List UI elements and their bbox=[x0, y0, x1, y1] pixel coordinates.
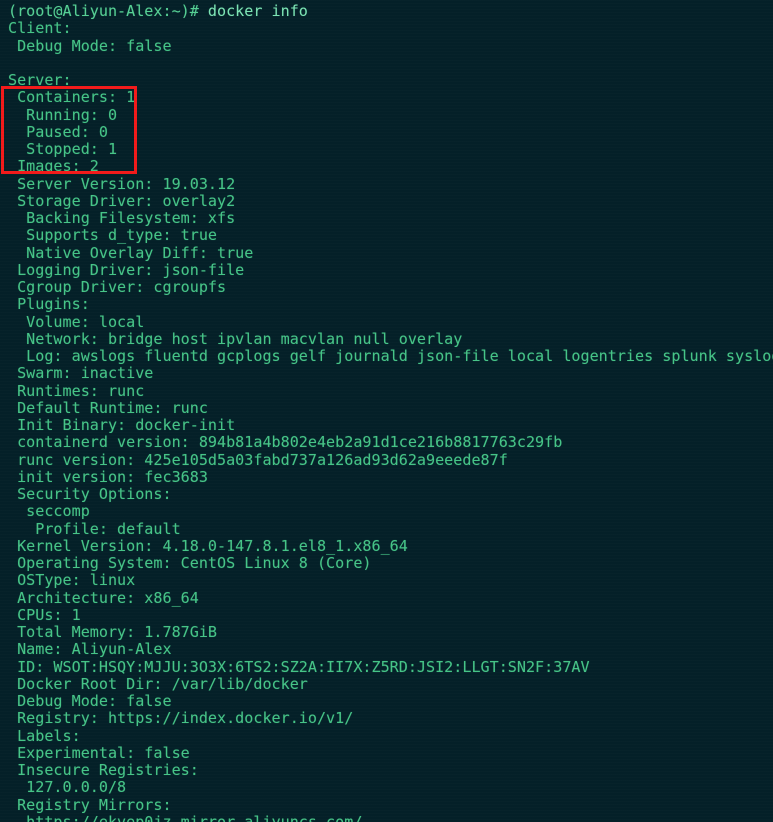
shell-command: docker info bbox=[207, 2, 308, 20]
terminal-line: 127.0.0.0/8 bbox=[8, 778, 127, 797]
shell-prompt: (root@Aliyun-Alex:~)# bbox=[8, 2, 208, 20]
terminal-line: Docker Root Dir: /var/lib/docker bbox=[8, 674, 308, 693]
terminal-line: Running: 0 bbox=[8, 105, 118, 124]
terminal-line: Architecture: x86_64 bbox=[8, 588, 199, 607]
terminal-line: Security Options: bbox=[8, 485, 172, 503]
terminal-line: Paused: 0 bbox=[8, 122, 108, 141]
terminal-line: Total Memory: 1.787GiB bbox=[8, 623, 218, 641]
terminal-line: Client: bbox=[8, 19, 72, 38]
terminal-prompt-line: (root@Aliyun-Alex:~)# docker info bbox=[0, 2, 773, 20]
terminal-line: Server Version: 19.03.12 bbox=[8, 174, 236, 193]
terminal-line: Labels: bbox=[8, 726, 81, 745]
terminal-line: Name: Aliyun-Alex bbox=[8, 640, 172, 659]
terminal-line: Backing Filesystem: xfs bbox=[8, 209, 236, 227]
terminal-line: init version: fec3683 bbox=[8, 467, 208, 486]
terminal-line: Swarm: inactive bbox=[8, 364, 154, 383]
terminal-line: Plugins: bbox=[8, 295, 90, 314]
terminal-line: Experimental: false bbox=[8, 743, 190, 762]
terminal-line: Debug Mode: false bbox=[8, 692, 172, 710]
terminal-line: OSType: linux bbox=[8, 571, 136, 590]
terminal-line: ID: WSOT:HSQY:MJJU:3O3X:6TS2:SZ2A:II7X:Z… bbox=[8, 657, 590, 676]
terminal-line: Containers: 1 bbox=[8, 88, 136, 107]
terminal-line: runc version: 425e105d5a03fabd737a126ad9… bbox=[8, 450, 508, 469]
terminal-line: Debug Mode: false bbox=[8, 36, 172, 55]
terminal-line: Registry: https://index.docker.io/v1/ bbox=[8, 709, 354, 728]
terminal-line: Native Overlay Diff: true bbox=[8, 243, 254, 262]
terminal-line: Storage Driver: overlay2 bbox=[8, 191, 236, 210]
terminal-line: Server: bbox=[8, 71, 72, 89]
terminal-line: Volume: local bbox=[8, 312, 145, 331]
terminal-line: Insecure Registries: bbox=[8, 761, 199, 779]
terminal-line: Stopped: 1 bbox=[8, 140, 118, 158]
terminal-line: containerd version: 894b81a4b802e4eb2a91… bbox=[8, 433, 563, 452]
terminal-line: Default Runtime: runc bbox=[8, 398, 208, 417]
terminal-line: Registry Mirrors: bbox=[8, 795, 172, 814]
terminal-line: Profile: default bbox=[8, 519, 181, 538]
terminal-line: https://ekvep0jz.mirror.aliyuncs.com/ bbox=[8, 812, 363, 822]
terminal-output: (root@Aliyun-Alex:~)# docker info Client… bbox=[0, 2, 773, 822]
terminal-line: Kernel Version: 4.18.0-147.8.1.el8_1.x86… bbox=[8, 536, 408, 555]
terminal-line: Log: awslogs fluentd gcplogs gelf journa… bbox=[8, 347, 773, 365]
terminal-line: Operating System: CentOS Linux 8 (Core) bbox=[8, 554, 372, 572]
terminal-line: CPUs: 1 bbox=[8, 605, 81, 624]
terminal-line: Images: 2 bbox=[8, 157, 99, 176]
terminal-line: Logging Driver: json-file bbox=[8, 260, 245, 279]
terminal-window[interactable]: (root@Aliyun-Alex:~)# docker info Client… bbox=[0, 0, 773, 822]
terminal-line: Init Binary: docker-init bbox=[8, 416, 236, 434]
terminal-line: Network: bridge host ipvlan macvlan null… bbox=[8, 329, 463, 348]
terminal-line: Runtimes: runc bbox=[8, 381, 145, 400]
terminal-line: Cgroup Driver: cgroupfs bbox=[8, 278, 227, 296]
terminal-line: seccomp bbox=[8, 502, 90, 521]
terminal-line: Supports d_type: true bbox=[8, 226, 218, 245]
